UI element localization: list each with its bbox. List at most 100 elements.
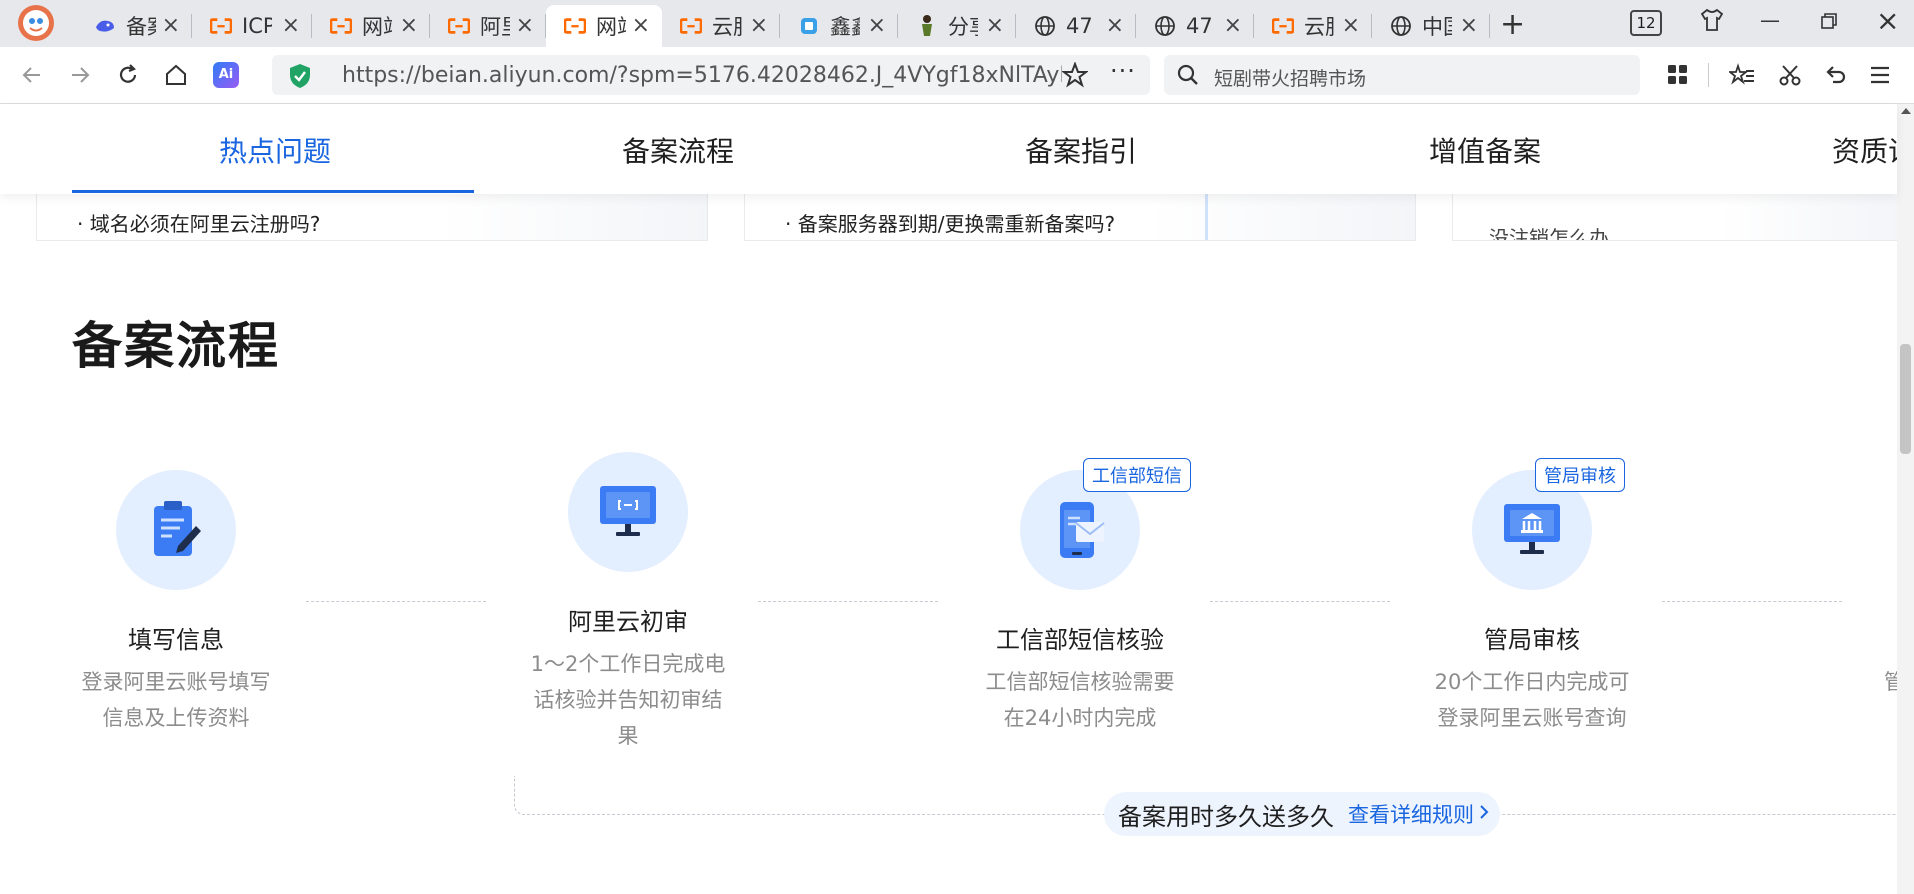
nav-tab-filing-guide[interactable]: 备案指引 [1025,130,1137,170]
browser-tab[interactable]: 47 × [1136,5,1254,47]
close-tab-icon[interactable]: × [1460,13,1478,38]
tab-count-badge[interactable]: 12 [1630,10,1662,36]
aliyun-logo-icon [210,15,232,37]
search-icon [1176,63,1200,91]
faq-question[interactable]: · 备案服务器到期/更换需重新备案吗? [785,208,1115,237]
tab-title: 阿里 [480,15,510,39]
back-icon[interactable] [16,59,48,91]
close-tab-icon[interactable]: × [162,13,180,38]
close-tab-icon[interactable]: × [750,13,768,38]
tab-title: 鑫鑫 [830,15,860,39]
restore-icon[interactable] [1820,12,1838,34]
menu-icon[interactable] [1864,59,1896,91]
home-icon[interactable] [160,59,192,91]
forward-icon[interactable] [64,59,96,91]
browser-tab[interactable]: 中国 × [1372,5,1490,47]
step-title: 阿里云初审 [568,608,688,636]
browser-tab[interactable]: 阿里× [430,5,546,47]
scissors-icon[interactable] [1774,59,1806,91]
close-tab-icon[interactable]: × [986,13,1004,38]
tab-separator [1489,14,1490,38]
undo-icon[interactable] [1820,59,1852,91]
close-window-icon[interactable]: × [1876,4,1899,37]
address-bar[interactable]: https://beian.aliyun.com/?spm=5176.42028… [272,55,1150,95]
faq-question[interactable]: 没注销怎么办 [1489,222,1609,240]
tab-title: 分享 [948,15,978,39]
whale-logo-icon [94,15,116,37]
more-options-icon[interactable]: ··· [1110,57,1136,85]
page-scrollbar[interactable] [1897,104,1914,894]
apps-grid-icon[interactable] [1662,59,1694,91]
browser-tab[interactable]: 鑫鑫 × [780,5,898,47]
step-connector [1210,601,1390,602]
tab-title: 47 [1186,14,1213,38]
step-description: 登录阿里云账号填写 信息及上传资料 [81,670,271,730]
close-tab-icon[interactable]: × [516,13,534,38]
browser-tab[interactable]: 云服 × [1254,5,1372,47]
government-monitor-icon [1504,504,1560,554]
step-badge: 工信部短信 [1083,458,1191,492]
skin-shirt-icon[interactable] [1698,6,1726,38]
bookmark-star-icon[interactable] [1061,61,1089,92]
close-tab-icon[interactable]: × [1106,13,1124,38]
browser-tab[interactable]: ICP × [192,5,312,47]
search-input[interactable]: 短剧带火招聘市场 [1214,64,1366,91]
step-icon-circle [116,470,236,590]
step-description: 20个工作日内完成可 登录阿里云账号查询 [1434,670,1630,730]
section-title: 备案流程 [72,317,280,375]
step-description: 管 [1884,670,1897,694]
close-tab-icon[interactable]: × [632,13,650,38]
aliyun-logo-icon [564,15,586,37]
new-tab-button[interactable]: + [1500,7,1525,42]
promo-text: 备案用时多久送多久 [1118,802,1334,831]
step-connector [758,601,938,602]
browser-tab[interactable]: 47 × [1016,5,1136,47]
aliyun-logo-icon [448,15,470,37]
close-tab-icon[interactable]: × [868,13,886,38]
ai-label: Ai [213,62,239,88]
browser-tab[interactable]: 网站× [546,5,662,47]
book-logo-icon [798,15,820,37]
minimize-icon[interactable]: — [1760,8,1780,32]
globe-icon [1034,15,1056,37]
tab-title: 网站 [596,15,626,39]
close-tab-icon[interactable]: × [282,13,300,38]
nav-tab-qualification[interactable]: 资质证 [1832,130,1897,170]
nav-tab-hot-questions[interactable]: 热点问题 [219,130,331,170]
search-box[interactable]: 短剧带火招聘市场 [1164,55,1640,95]
step-title: 管局审核 [1484,626,1580,654]
active-tab-underline [72,190,474,193]
tab-title: 网站 [362,15,392,39]
step-title: 工信部短信核验 [996,626,1164,654]
faq-question[interactable]: · 域名必须在阿里云注册吗? [77,208,320,237]
scroll-up-arrow-icon[interactable] [1901,108,1911,114]
monitor-icon [600,486,656,536]
form-edit-icon [154,501,201,556]
secure-shield-icon[interactable] [288,63,312,93]
tab-title: 中国 [1422,15,1452,39]
nav-tab-filing-process[interactable]: 备案流程 [622,130,734,170]
nav-tab-value-added-filing[interactable]: 增值备案 [1429,130,1541,170]
step-connector [306,601,486,602]
url-text[interactable]: https://beian.aliyun.com/?spm=5176.42028… [342,63,1062,88]
view-rules-link[interactable]: 查看详细规则 [1348,799,1474,829]
tab-title: 47 [1066,14,1093,38]
browser-tab[interactable]: 云服 × [662,5,780,47]
browser-tab[interactable]: 网站 × [312,5,430,47]
browser-tab[interactable]: 分享 × [898,5,1016,47]
ai-assistant-icon[interactable]: Ai [210,59,242,91]
toolbar-divider [1708,63,1709,87]
browser-logo-icon[interactable] [18,5,54,41]
figure-icon [916,15,938,37]
browser-tab-strip: 备案×ICP×网站×阿里×网站×云服×鑫鑫×分享×47×47×云服×中国× + … [0,0,1914,47]
scrollbar-thumb[interactable] [1900,344,1911,454]
favorites-list-icon[interactable] [1726,59,1758,91]
close-tab-icon[interactable]: × [1224,13,1242,38]
step-title: 填写信息 [128,626,224,654]
chevron-right-icon[interactable] [1478,804,1490,824]
reload-icon[interactable] [112,59,144,91]
close-tab-icon[interactable]: × [400,13,418,38]
globe-icon [1154,15,1176,37]
close-tab-icon[interactable]: × [1342,13,1360,38]
browser-tab[interactable]: 备案× [76,5,192,47]
